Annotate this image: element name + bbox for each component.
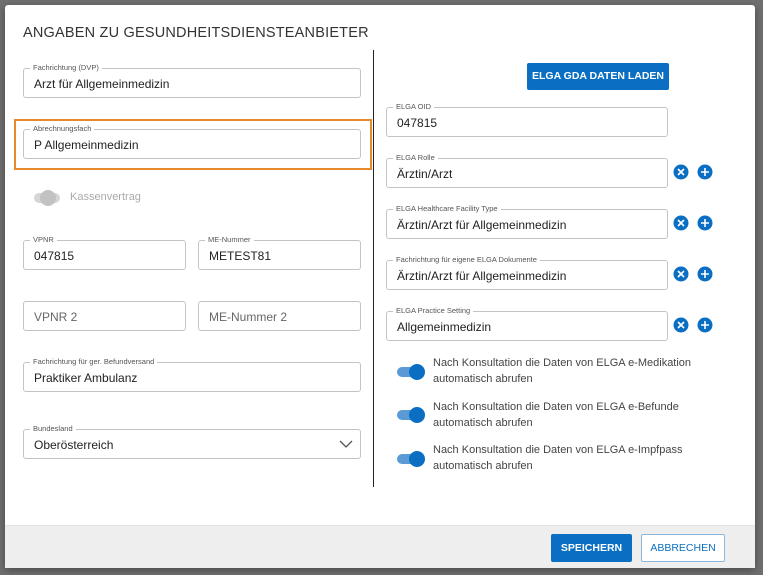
add-circle-icon[interactable] [697,215,713,231]
column-divider [373,50,374,487]
field-label: Bundesland [30,424,76,434]
facility-type-field[interactable]: ELGA Healthcare Facility Type Ärztin/Arz… [386,204,668,239]
elga-oid-field[interactable]: ELGA OID 047815 [386,102,668,137]
field-label: ELGA OID [393,102,435,112]
me-nummer-field[interactable]: ME-Nummer METEST81 [198,235,361,270]
toggle-label-line2: automatisch abrufen [433,459,533,472]
bundesland-select[interactable]: Bundesland Oberösterreich [23,424,361,459]
toggle-knob [409,451,425,467]
field-value: Ärztin/Arzt für Allgemeinmedizin [397,218,567,232]
toggle-knob [409,364,425,380]
fachrichtung-befundversand-field[interactable]: Fachrichtung für ger. Befundversand Prak… [23,357,361,392]
practice-setting-field[interactable]: ELGA Practice Setting Allgemeinmedizin [386,306,668,341]
clear-circle-icon[interactable] [673,164,689,180]
field-label: Fachrichtung (DVP) [30,63,102,73]
field-value: Ärztin/Arzt [397,167,453,181]
field-value: Praktiker Ambulanz [34,371,138,385]
toggle-label-line1: Nach Konsultation die Daten von ELGA e-M… [433,357,692,369]
field-value: 047815 [397,116,438,130]
chevron-down-icon [339,440,353,448]
field-placeholder: VPNR 2 [34,310,78,324]
field-label: ELGA Rolle [393,153,438,163]
field-label: ELGA Practice Setting [393,306,474,316]
field-label: ELGA Healthcare Facility Type [393,204,501,214]
vpnr2-field[interactable]: VPNR 2 [23,301,186,331]
field-value: 047815 [34,249,75,263]
ebefunde-toggle[interactable] [395,407,425,423]
add-circle-icon[interactable] [697,164,713,180]
field-label: ME-Nummer [205,235,254,245]
field-label: Fachrichtung für ger. Befundversand [30,357,158,367]
emedikation-toggle[interactable] [395,364,425,380]
toggle-label-line1: Nach Konsultation die Daten von ELGA e-B… [433,401,679,413]
kassenvertrag-toggle[interactable] [32,190,62,206]
toggle-label-line2: automatisch abrufen [433,372,533,385]
vpnr-field[interactable]: VPNR 047815 [23,235,186,270]
me-nummer2-field[interactable]: ME-Nummer 2 [198,301,361,331]
toggle-label-line2: automatisch abrufen [433,416,533,429]
toggle-label-line1: Nach Konsultation die Daten von ELGA e-I… [433,444,683,456]
field-label: VPNR [30,235,57,245]
clear-circle-icon[interactable] [673,215,689,231]
clear-circle-icon[interactable] [673,317,689,333]
gda-dialog: ANGABEN ZU GESUNDHEITSDIENSTEANBIETER Fa… [5,5,755,568]
toggle-knob [40,190,56,206]
toggle-knob [409,407,425,423]
field-value: METEST81 [209,249,272,263]
field-label: Fachrichtung für eigene ELGA Dokumente [393,255,540,265]
kassenvertrag-label: Kassenvertrag [70,191,141,203]
fachrichtung-dokumente-field[interactable]: Fachrichtung für eigene ELGA Dokumente Ä… [386,255,668,290]
add-circle-icon[interactable] [697,266,713,282]
eimpfpass-label: Nach Konsultation die Daten von ELGA e-I… [433,443,682,474]
eimpfpass-toggle[interactable] [395,451,425,467]
clear-circle-icon[interactable] [673,266,689,282]
field-value: Oberösterreich [34,438,114,452]
ebefunde-label: Nach Konsultation die Daten von ELGA e-B… [433,400,679,431]
field-value: P Allgemeinmedizin [34,138,139,152]
field-value: Allgemeinmedizin [397,320,492,334]
add-circle-icon[interactable] [697,317,713,333]
fachrichtung-dvp-field[interactable]: Fachrichtung (DVP) Arzt für Allgemeinmed… [23,63,361,98]
emedikation-label: Nach Konsultation die Daten von ELGA e-M… [433,356,691,387]
field-value: Arzt für Allgemeinmedizin [34,77,170,91]
elga-rolle-field[interactable]: ELGA Rolle Ärztin/Arzt [386,153,668,188]
abrechnungsfach-field[interactable]: Abrechnungsfach P Allgemeinmedizin [23,124,361,159]
save-button[interactable]: SPEICHERN [551,534,632,562]
field-placeholder: ME-Nummer 2 [209,310,288,324]
cancel-button[interactable]: ABBRECHEN [641,534,725,562]
field-value: Ärztin/Arzt für Allgemeinmedizin [397,269,567,283]
dialog-title: ANGABEN ZU GESUNDHEITSDIENSTEANBIETER [23,25,369,41]
elga-gda-load-button[interactable]: ELGA GDA DATEN LADEN [527,63,669,90]
dialog-footer: SPEICHERN ABBRECHEN [5,525,755,568]
field-label: Abrechnungsfach [30,124,95,134]
